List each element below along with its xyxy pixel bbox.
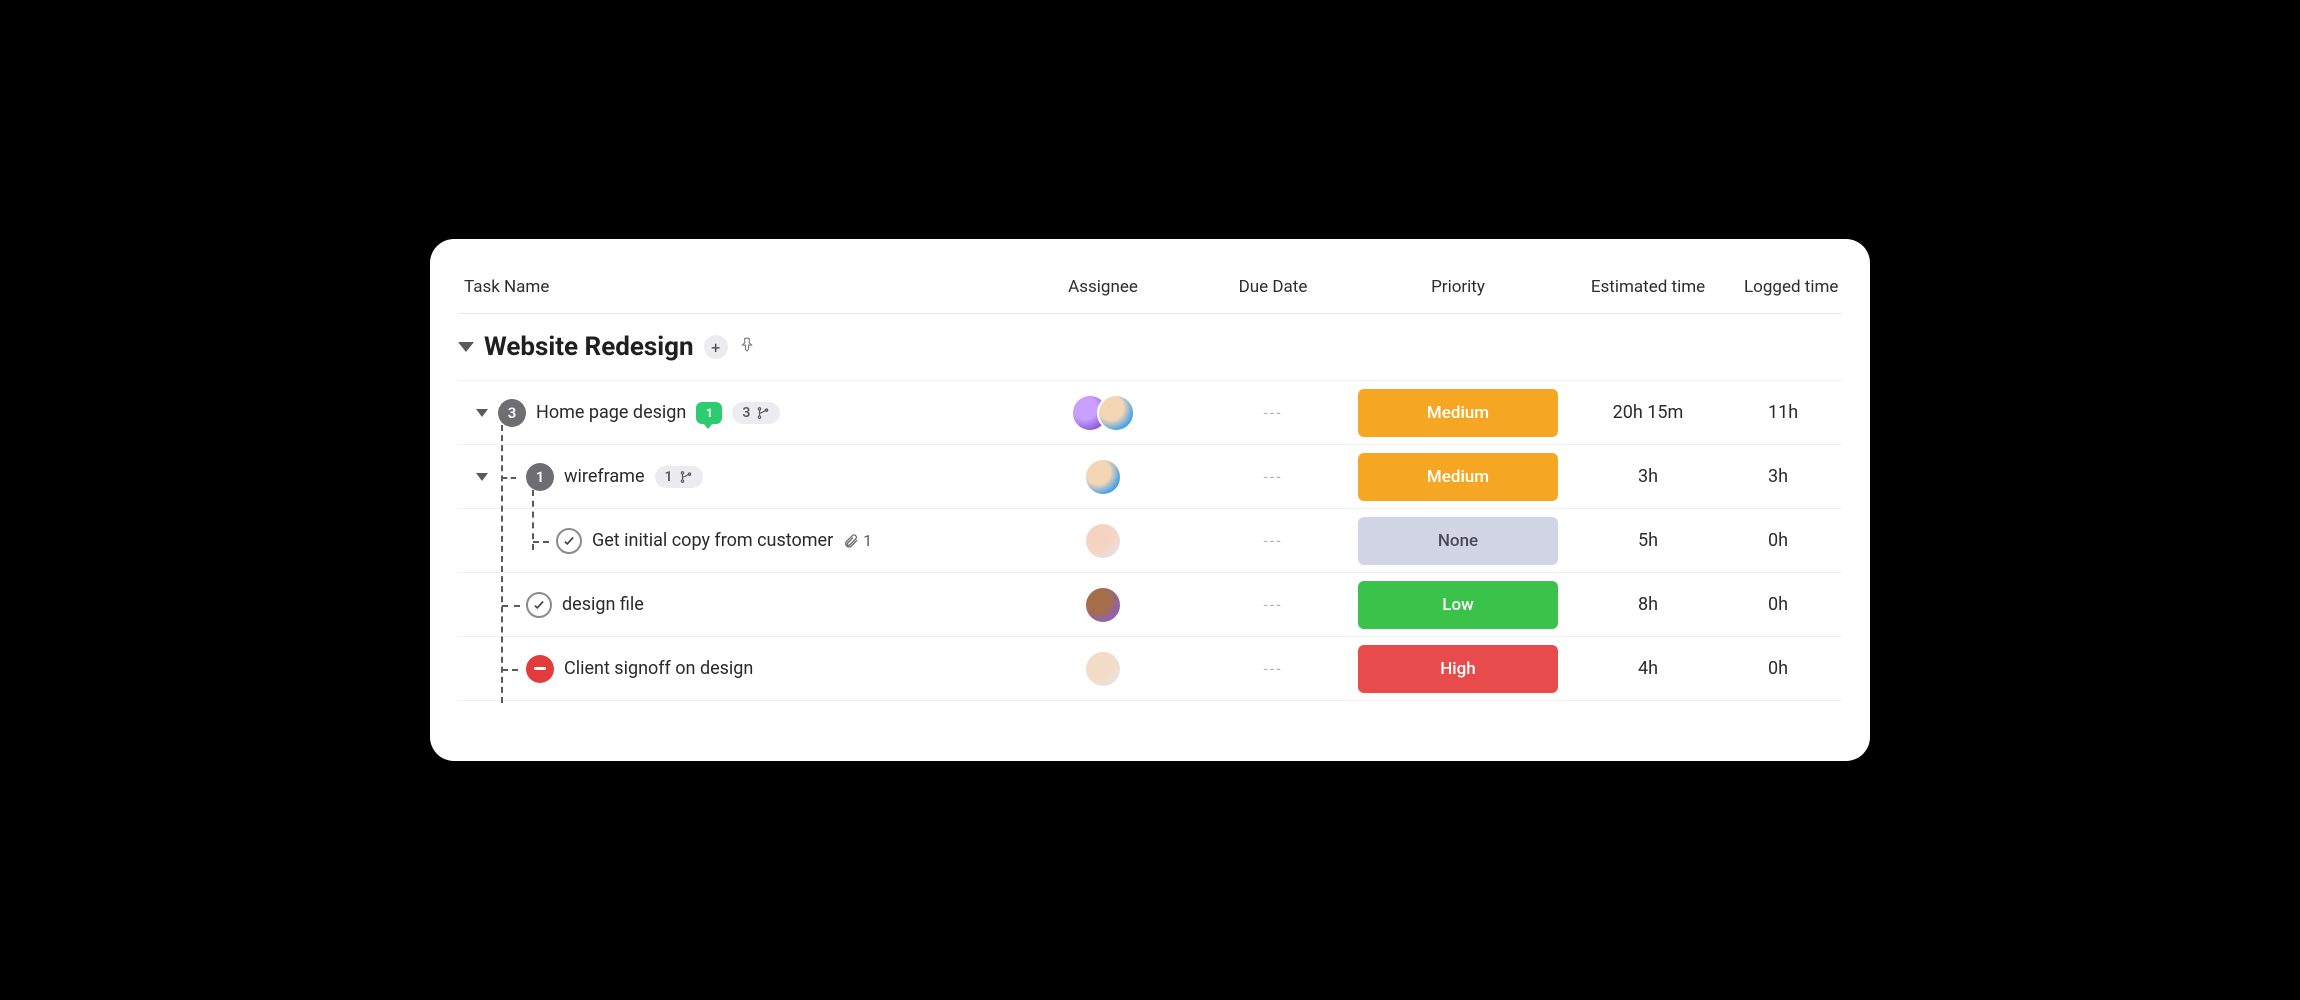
assignee-cell[interactable] bbox=[1018, 586, 1188, 624]
column-header-logged: Logged time bbox=[1738, 277, 1888, 297]
task-list-card: Task Name Assignee Due Date Priority Est… bbox=[430, 239, 1870, 761]
tree-connector-line bbox=[502, 605, 520, 607]
check-icon bbox=[532, 598, 546, 612]
task-title[interactable]: design file bbox=[562, 594, 644, 615]
priority-badge: High bbox=[1358, 645, 1558, 693]
attachment-badge[interactable]: 1 bbox=[843, 531, 872, 550]
logged-time-cell[interactable]: 3h bbox=[1738, 466, 1888, 487]
task-row[interactable]: Client signoff on design --- High 4h 0h bbox=[458, 637, 1842, 701]
estimated-time-cell[interactable]: 3h bbox=[1558, 466, 1738, 487]
subtask-pill[interactable]: 3 bbox=[732, 402, 780, 424]
section-collapse-caret-icon[interactable] bbox=[458, 342, 474, 352]
subtask-count-badge[interactable]: 3 bbox=[498, 399, 526, 427]
subtask-pill-count: 3 bbox=[742, 405, 750, 421]
paperclip-icon bbox=[843, 533, 859, 549]
priority-badge: Medium bbox=[1358, 389, 1558, 437]
avatar[interactable] bbox=[1097, 394, 1135, 432]
logged-time-cell[interactable]: 0h bbox=[1738, 594, 1888, 615]
section-header: Website Redesign + bbox=[458, 314, 1842, 381]
attachment-count: 1 bbox=[863, 531, 872, 550]
due-date-cell[interactable]: --- bbox=[1188, 467, 1358, 486]
logged-time-cell[interactable]: 11h bbox=[1738, 402, 1888, 423]
task-title[interactable]: wireframe bbox=[564, 466, 645, 487]
assignee-cell[interactable] bbox=[1018, 650, 1188, 688]
check-icon bbox=[562, 534, 576, 548]
avatar[interactable] bbox=[1084, 458, 1122, 496]
task-collapse-caret-icon[interactable] bbox=[476, 409, 488, 417]
task-name-cell: 1 wireframe 1 bbox=[458, 463, 1018, 491]
logged-time-cell[interactable]: 0h bbox=[1738, 530, 1888, 551]
estimated-time-cell[interactable]: 8h bbox=[1558, 594, 1738, 615]
priority-badge: Low bbox=[1358, 581, 1558, 629]
tree-connector-line bbox=[502, 477, 516, 479]
due-date-cell[interactable]: --- bbox=[1188, 659, 1358, 678]
task-row[interactable]: 1 wireframe 1 --- Medium 3h 3h bbox=[458, 445, 1842, 509]
subtask-pill[interactable]: 1 bbox=[655, 466, 703, 488]
task-name-cell: Client signoff on design bbox=[458, 655, 1018, 683]
column-header-row: Task Name Assignee Due Date Priority Est… bbox=[458, 263, 1842, 314]
assignee-cell[interactable] bbox=[1018, 522, 1188, 560]
estimated-time-cell[interactable]: 5h bbox=[1558, 530, 1738, 551]
avatar[interactable] bbox=[1084, 522, 1122, 560]
subtask-pill-count: 1 bbox=[665, 469, 673, 485]
tree-connector-line bbox=[533, 541, 549, 543]
task-blocked-icon[interactable] bbox=[526, 655, 554, 683]
priority-cell[interactable]: None bbox=[1358, 517, 1558, 565]
task-status-circle[interactable] bbox=[526, 592, 552, 618]
task-row[interactable]: 3 Home page design 1 3 --- Medium 20h 15… bbox=[458, 381, 1842, 445]
priority-badge: None bbox=[1358, 517, 1558, 565]
column-header-estimated: Estimated time bbox=[1558, 277, 1738, 297]
due-date-cell[interactable]: --- bbox=[1188, 595, 1358, 614]
branch-icon bbox=[679, 470, 693, 484]
avatar[interactable] bbox=[1084, 650, 1122, 688]
priority-cell[interactable]: Medium bbox=[1358, 453, 1558, 501]
task-title[interactable]: Client signoff on design bbox=[564, 658, 753, 679]
task-name-cell: design file bbox=[458, 592, 1018, 618]
comment-count-badge[interactable]: 1 bbox=[696, 402, 722, 424]
assignee-cell[interactable] bbox=[1018, 394, 1188, 432]
subtask-count-badge[interactable]: 1 bbox=[526, 463, 554, 491]
task-row[interactable]: Get initial copy from customer 1 --- Non… bbox=[458, 509, 1842, 573]
task-status-circle[interactable] bbox=[556, 528, 582, 554]
priority-cell[interactable]: High bbox=[1358, 645, 1558, 693]
due-date-cell[interactable]: --- bbox=[1188, 403, 1358, 422]
column-header-duedate: Due Date bbox=[1188, 277, 1358, 297]
task-collapse-caret-icon[interactable] bbox=[476, 473, 488, 481]
column-header-priority: Priority bbox=[1358, 277, 1558, 297]
column-header-assignee: Assignee bbox=[1018, 277, 1188, 297]
due-date-cell[interactable]: --- bbox=[1188, 531, 1358, 550]
priority-badge: Medium bbox=[1358, 453, 1558, 501]
task-title[interactable]: Get initial copy from customer bbox=[592, 530, 833, 551]
priority-cell[interactable]: Low bbox=[1358, 581, 1558, 629]
estimated-time-cell[interactable]: 20h 15m bbox=[1558, 402, 1738, 423]
branch-icon bbox=[756, 406, 770, 420]
task-name-cell: 3 Home page design 1 3 bbox=[458, 399, 1018, 427]
avatar[interactable] bbox=[1084, 586, 1122, 624]
tree-connector-line bbox=[502, 669, 518, 671]
assignee-cell[interactable] bbox=[1018, 458, 1188, 496]
task-tree: 3 Home page design 1 3 --- Medium 20h 15… bbox=[458, 381, 1842, 701]
pin-icon[interactable] bbox=[738, 336, 756, 358]
task-title[interactable]: Home page design bbox=[536, 402, 686, 423]
column-header-taskname: Task Name bbox=[458, 277, 1018, 297]
estimated-time-cell[interactable]: 4h bbox=[1558, 658, 1738, 679]
avatar-stack bbox=[1071, 394, 1135, 432]
task-row[interactable]: design file --- Low 8h 0h bbox=[458, 573, 1842, 637]
add-task-button[interactable]: + bbox=[704, 335, 728, 359]
section-title[interactable]: Website Redesign bbox=[484, 332, 694, 362]
priority-cell[interactable]: Medium bbox=[1358, 389, 1558, 437]
logged-time-cell[interactable]: 0h bbox=[1738, 658, 1888, 679]
task-name-cell: Get initial copy from customer 1 bbox=[458, 528, 1018, 554]
